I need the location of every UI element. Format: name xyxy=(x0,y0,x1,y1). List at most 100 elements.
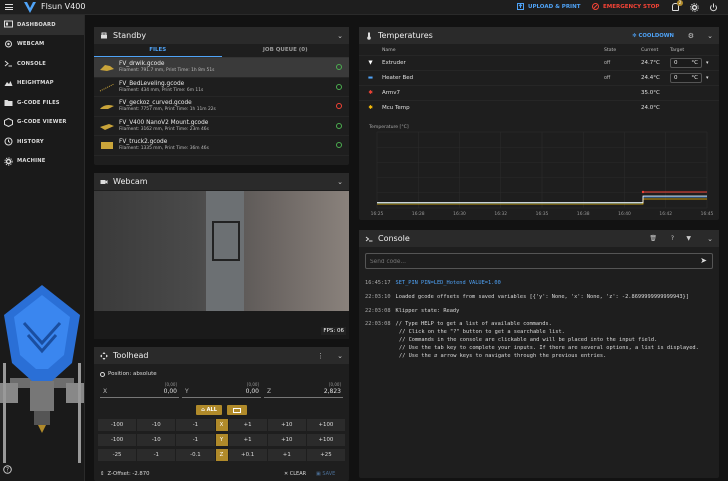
jog-z-plus-1[interactable]: +1 xyxy=(267,449,306,461)
position-y-field[interactable]: [0,00] Y 0,00 xyxy=(182,382,261,398)
file-item[interactable]: FV_truck2.gcode Filament: 1335 mm, Print… xyxy=(94,136,349,156)
console-line: 22:03:08 Klipper state: Ready xyxy=(365,307,460,314)
top-bar: Flsun V400 UPLOAD & PRINT EMERGENCY STOP… xyxy=(0,0,728,15)
sidebar-item-gcode-files[interactable]: G-CODE FILES xyxy=(0,93,84,113)
clear-offset-button[interactable]: ✕ CLEAR xyxy=(284,471,306,477)
heater-bed-icon: ▬ xyxy=(367,75,374,81)
jog-y-plus-1[interactable]: +1 xyxy=(228,434,267,446)
jog-z-minus-1[interactable]: -1 xyxy=(137,449,176,461)
viewer-icon xyxy=(4,117,13,127)
jog-x-minus-10[interactable]: -10 xyxy=(137,419,176,431)
collapse-chevron-icon[interactable]: ⌄ xyxy=(337,32,343,40)
chart-y-label: Temperature [°C] xyxy=(368,124,409,130)
heater-bed-preset-chevron-icon[interactable]: ▾ xyxy=(706,75,709,81)
extruder-preset-chevron-icon[interactable]: ▾ xyxy=(706,60,709,66)
home-x-button[interactable]: X xyxy=(215,419,228,431)
app-title: Flsun V400 xyxy=(41,2,86,11)
clear-console-icon[interactable]: 🗑 xyxy=(649,235,657,242)
collapse-chevron-icon[interactable]: ⌄ xyxy=(337,178,343,186)
sidebar-item-heightmap[interactable]: HEIGHTMAP xyxy=(0,74,84,94)
z-offset-icon: ⇕ xyxy=(100,471,105,477)
collapse-chevron-icon[interactable]: ⌄ xyxy=(337,352,343,360)
emergency-stop-button[interactable]: EMERGENCY STOP xyxy=(592,3,659,10)
extruder-target-input[interactable]: 0 °C xyxy=(670,58,702,68)
collapse-chevron-icon[interactable]: ⌄ xyxy=(707,32,713,40)
settings-icon[interactable]: ⚙ xyxy=(688,32,694,40)
temperatures-header: Temperatures ✻ COOLDOWN ⚙ ⌄ xyxy=(359,27,719,44)
console-line: // Use the ⇵ arrow keys to navigate thro… xyxy=(399,352,607,359)
standby-card: Standby ⌄ FILES JOB QUEUE (0) FV_drwik.g… xyxy=(94,27,349,165)
more-options-icon[interactable]: ⋮ xyxy=(317,352,324,360)
help-icon[interactable]: ? xyxy=(3,465,12,474)
jog-z-minus-0-1[interactable]: -0.1 xyxy=(176,449,215,461)
jog-x-plus-1[interactable]: +1 xyxy=(228,419,267,431)
save-offset-button[interactable]: ▣ SAVE xyxy=(316,471,335,477)
heightmap-icon xyxy=(4,80,13,86)
chart-x-tick-label: 16:30 xyxy=(453,211,466,217)
clickable-command[interactable]: SET_PIN PIN=LED_Hotend VALUE=1.00 xyxy=(396,280,501,286)
jog-y-minus-1[interactable]: -1 xyxy=(176,434,215,446)
sidebar-item-console[interactable]: CONSOLE xyxy=(0,54,84,74)
tab-job-queue[interactable]: JOB QUEUE (0) xyxy=(222,44,350,57)
send-icon[interactable]: ➤ xyxy=(700,256,707,265)
sidebar-item-gcode-viewer[interactable]: G-CODE VIEWER xyxy=(0,113,84,133)
sidebar-item-dashboard[interactable]: DASHBOARD xyxy=(0,15,84,35)
file-thumbnail xyxy=(100,123,114,130)
settings-icon[interactable] xyxy=(690,3,699,12)
jog-y-minus-100[interactable]: -100 xyxy=(98,434,137,446)
armv7-sensor-icon: ✱ xyxy=(368,90,373,96)
temperature-row-heater-bed: ▬ Heater Bed off 24.4°C 0 °C ▾ xyxy=(359,70,719,85)
sidebar-item-history[interactable]: HISTORY xyxy=(0,132,84,152)
jog-z-minus-25[interactable]: -25 xyxy=(98,449,137,461)
sidebar-item-webcam[interactable]: WEBCAM xyxy=(0,35,84,55)
console-line: // Commands in the console are clickable… xyxy=(399,336,658,343)
console-card: Console 🗑 ? ▼ ⌄ ➤ 16:45:17SET_PIN PIN=LE… xyxy=(359,230,719,478)
printer-icon xyxy=(101,32,107,38)
jog-z-plus-0-1[interactable]: +0.1 xyxy=(228,449,267,461)
position-x-field[interactable]: [0,00] X 0,00 xyxy=(100,382,179,398)
jog-y-plus-10[interactable]: +10 xyxy=(267,434,306,446)
toolhead-header: Toolhead ⋮ ⌄ xyxy=(94,347,349,364)
heater-bed-target-input[interactable]: 0 °C xyxy=(670,73,702,83)
jog-x-plus-10[interactable]: +10 xyxy=(267,419,306,431)
webcam-stream: FPS: 06 xyxy=(94,191,349,339)
home-all-button[interactable]: ⌂ ALL xyxy=(196,405,222,415)
motors-off-button[interactable] xyxy=(227,405,247,415)
chart-x-tick-label: 16:32 xyxy=(494,211,507,217)
jog-x-minus-100[interactable]: -100 xyxy=(98,419,137,431)
console-line: 16:45:17 SET_PIN PIN=LED_Hotend VALUE=1.0… xyxy=(365,280,501,286)
filter-icon[interactable]: ▼ xyxy=(686,235,691,242)
home-z-button[interactable]: Z xyxy=(215,449,228,461)
file-item[interactable]: FV_BedLeveling.gcode Filament: 434 mm, P… xyxy=(94,78,349,97)
file-item[interactable]: FV_drwik.gcode Filament: 791.7 mm, Print… xyxy=(94,58,349,78)
file-item[interactable]: FV_geckoz_curved.gcode Filament: 7757 mm… xyxy=(94,97,349,117)
help-commands-icon[interactable]: ? xyxy=(671,235,674,242)
jog-x-minus-1[interactable]: -1 xyxy=(176,419,215,431)
sidebar-item-machine[interactable]: MACHINE xyxy=(0,152,84,172)
home-y-button[interactable]: Y xyxy=(215,434,228,446)
tab-files[interactable]: FILES xyxy=(94,44,222,57)
chart-x-tick-label: 16:25 xyxy=(371,211,384,217)
file-item[interactable]: FV_V400 NanoV2 Mount.gcode Filament: 316… xyxy=(94,117,349,136)
power-icon[interactable] xyxy=(709,3,718,12)
console-line: 22:03:08// Type HELP to get a list of av… xyxy=(365,321,552,328)
position-z-field[interactable]: [0,00] Z 2,823 xyxy=(264,382,343,398)
console-input[interactable] xyxy=(370,256,690,267)
fps-indicator: FPS: 06 xyxy=(321,327,346,335)
home-icon: ⌂ xyxy=(201,407,205,413)
jog-y-minus-10[interactable]: -10 xyxy=(137,434,176,446)
menu-icon[interactable] xyxy=(5,4,13,10)
jog-z-plus-25[interactable]: +25 xyxy=(306,449,346,461)
console-input-box: ➤ xyxy=(365,253,713,269)
chart-x-tick-label: 16:28 xyxy=(412,211,425,217)
collapse-chevron-icon[interactable]: ⌄ xyxy=(707,235,713,243)
upload-print-button[interactable]: UPLOAD & PRINT xyxy=(517,3,580,10)
move-icon xyxy=(100,351,108,360)
position-mode[interactable]: Position: absolute xyxy=(100,371,157,377)
z-offset-readout: ⇕ Z-Offset: -2.870 xyxy=(100,471,150,477)
jog-y-plus-100[interactable]: +100 xyxy=(306,434,346,446)
cooldown-button[interactable]: ✻ COOLDOWN xyxy=(632,33,674,39)
jog-x-plus-100[interactable]: +100 xyxy=(306,419,346,431)
standby-tabs: FILES JOB QUEUE (0) xyxy=(94,44,349,58)
status-ok-icon xyxy=(336,83,342,90)
